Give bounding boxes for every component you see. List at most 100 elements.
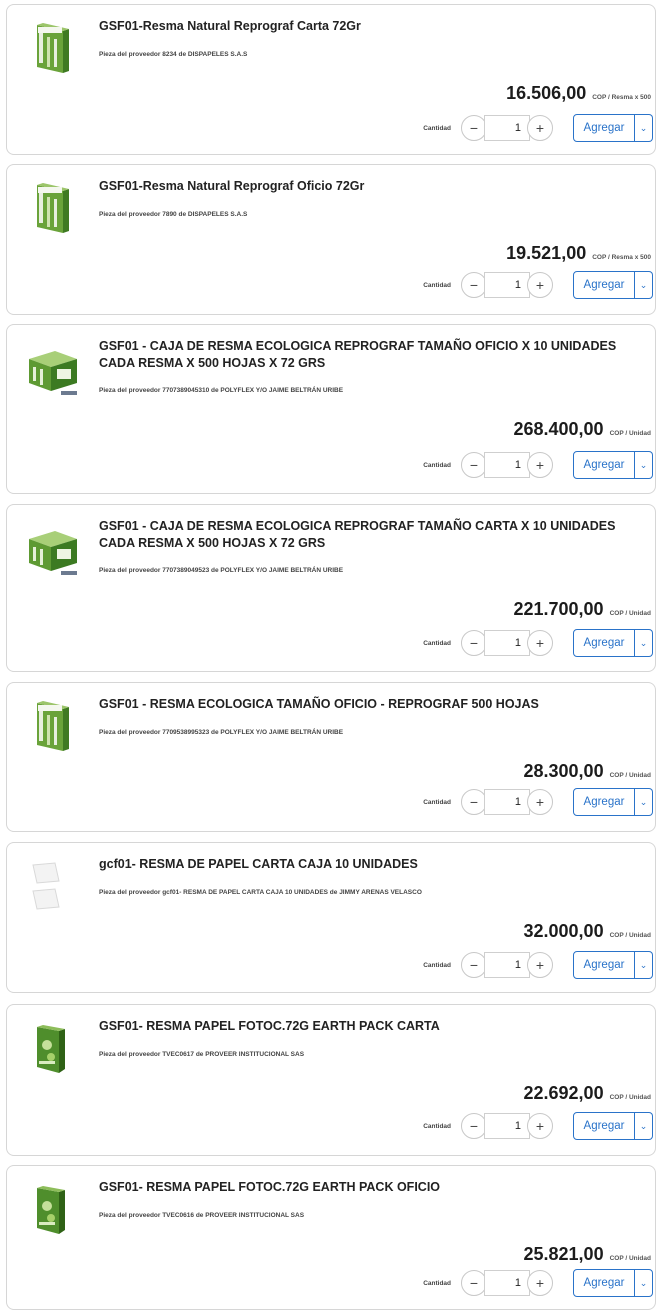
product-price: 25.821,00: [523, 1244, 604, 1264]
quantity-label: Cantidad: [423, 798, 451, 806]
quantity-input[interactable]: 1: [484, 272, 530, 298]
supplier-info: Pieza del proveedor gcf01- RESMA DE PAPE…: [99, 889, 422, 896]
product-title[interactable]: gcf01- RESMA DE PAPEL CARTA CAJA 10 UNID…: [99, 856, 647, 873]
product-price: 32.000,00: [523, 921, 604, 941]
quantity-label: Cantidad: [423, 1279, 451, 1287]
product-price: 221.700,00: [513, 599, 604, 619]
product-title[interactable]: GSF01- RESMA PAPEL FOTOC.72G EARTH PACK …: [99, 1179, 647, 1196]
increase-button[interactable]: +: [527, 452, 553, 478]
chevron-down-icon[interactable]: ⌄: [635, 114, 653, 142]
product-price: 28.300,00: [523, 761, 604, 781]
product-title[interactable]: GSF01 - RESMA ECOLOGICA TAMAÑO OFICIO - …: [99, 696, 647, 713]
increase-button[interactable]: +: [527, 1113, 553, 1139]
product-price: 16.506,00: [506, 83, 587, 103]
quantity-input[interactable]: 1: [484, 1270, 530, 1296]
chevron-down-icon[interactable]: ⌄: [635, 1269, 653, 1297]
paper-box-icon[interactable]: [25, 341, 77, 397]
quantity-row: Cantidad − 1 + Agregar ⌄: [423, 1112, 653, 1140]
price-unit: COP / Unidad: [609, 430, 651, 437]
quantity-input[interactable]: 1: [484, 1113, 530, 1139]
product-title[interactable]: GSF01-Resma Natural Reprograf Oficio 72G…: [99, 178, 647, 195]
white-paper-icon[interactable]: [25, 859, 75, 915]
product-title[interactable]: GSF01 - CAJA DE RESMA ECOLOGICA REPROGRA…: [99, 338, 647, 372]
quantity-label: Cantidad: [423, 124, 451, 132]
add-button-group: Agregar ⌄: [573, 451, 653, 479]
add-button-group: Agregar ⌄: [573, 1269, 653, 1297]
quantity-input[interactable]: 1: [484, 452, 530, 478]
product-card: GSF01-Resma Natural Reprograf Carta 72Gr…: [6, 4, 656, 155]
add-to-cart-button[interactable]: Agregar: [573, 451, 635, 479]
product-title[interactable]: GSF01 - CAJA DE RESMA ECOLOGICA REPROGRA…: [99, 518, 647, 552]
increase-button[interactable]: +: [527, 1270, 553, 1296]
increase-button[interactable]: +: [527, 789, 553, 815]
add-button-group: Agregar ⌄: [573, 114, 653, 142]
add-to-cart-button[interactable]: Agregar: [573, 951, 635, 979]
quantity-label: Cantidad: [423, 1122, 451, 1130]
quantity-label: Cantidad: [423, 461, 451, 469]
product-card: gcf01- RESMA DE PAPEL CARTA CAJA 10 UNID…: [6, 842, 656, 993]
price-unit: COP / Resma x 500: [592, 254, 651, 261]
supplier-info: Pieza del proveedor 7707389045310 de POL…: [99, 387, 344, 394]
add-to-cart-button[interactable]: Agregar: [573, 114, 635, 142]
price-row: 32.000,00 COP / Unidad: [524, 921, 652, 942]
product-title[interactable]: GSF01- RESMA PAPEL FOTOC.72G EARTH PACK …: [99, 1018, 647, 1035]
price-unit: COP / Unidad: [609, 610, 651, 617]
increase-button[interactable]: +: [527, 630, 553, 656]
chevron-down-icon[interactable]: ⌄: [635, 788, 653, 816]
add-to-cart-button[interactable]: Agregar: [573, 271, 635, 299]
product-card: GSF01 - RESMA ECOLOGICA TAMAÑO OFICIO - …: [6, 682, 656, 832]
quantity-input[interactable]: 1: [484, 789, 530, 815]
product-card: GSF01- RESMA PAPEL FOTOC.72G EARTH PACK …: [6, 1165, 656, 1310]
price-row: 268.400,00 COP / Unidad: [513, 419, 651, 440]
chevron-down-icon[interactable]: ⌄: [635, 271, 653, 299]
quantity-input[interactable]: 1: [484, 952, 530, 978]
chevron-down-icon[interactable]: ⌄: [635, 951, 653, 979]
product-price: 268.400,00: [513, 419, 604, 439]
product-price: 22.692,00: [523, 1083, 604, 1103]
increase-button[interactable]: +: [527, 952, 553, 978]
increase-button[interactable]: +: [527, 115, 553, 141]
chevron-down-icon[interactable]: ⌄: [635, 1112, 653, 1140]
quantity-row: Cantidad − 1 + Agregar ⌄: [423, 788, 653, 816]
quantity-row: Cantidad − 1 + Agregar ⌄: [423, 629, 653, 657]
chevron-down-icon[interactable]: ⌄: [635, 451, 653, 479]
supplier-info: Pieza del proveedor 8234 de DISPAPELES S…: [99, 51, 248, 58]
price-unit: COP / Unidad: [609, 1255, 651, 1262]
quantity-row: Cantidad − 1 + Agregar ⌄: [423, 271, 653, 299]
price-row: 19.521,00 COP / Resma x 500: [506, 243, 651, 264]
quantity-label: Cantidad: [423, 639, 451, 647]
increase-button[interactable]: +: [527, 272, 553, 298]
quantity-stepper: − 1 +: [461, 1113, 553, 1139]
chevron-down-icon[interactable]: ⌄: [635, 629, 653, 657]
product-card: GSF01 - CAJA DE RESMA ECOLOGICA REPROGRA…: [6, 324, 656, 494]
price-unit: COP / Unidad: [609, 772, 651, 779]
quantity-label: Cantidad: [423, 961, 451, 969]
quantity-input[interactable]: 1: [484, 115, 530, 141]
ream-green-icon[interactable]: [25, 181, 75, 237]
quantity-stepper: − 1 +: [461, 115, 553, 141]
price-unit: COP / Unidad: [609, 932, 651, 939]
quantity-row: Cantidad − 1 + Agregar ⌄: [423, 114, 653, 142]
ream-green-icon[interactable]: [25, 699, 75, 755]
add-to-cart-button[interactable]: Agregar: [573, 1269, 635, 1297]
earth-pack-icon[interactable]: [25, 1021, 75, 1077]
quantity-row: Cantidad − 1 + Agregar ⌄: [423, 1269, 653, 1297]
quantity-stepper: − 1 +: [461, 789, 553, 815]
quantity-stepper: − 1 +: [461, 452, 553, 478]
ream-green-icon[interactable]: [25, 21, 75, 77]
quantity-input[interactable]: 1: [484, 630, 530, 656]
price-unit: COP / Resma x 500: [592, 94, 651, 101]
product-title[interactable]: GSF01-Resma Natural Reprograf Carta 72Gr: [99, 18, 647, 35]
paper-box-icon[interactable]: [25, 521, 77, 577]
add-to-cart-button[interactable]: Agregar: [573, 1112, 635, 1140]
product-card: GSF01- RESMA PAPEL FOTOC.72G EARTH PACK …: [6, 1004, 656, 1156]
earth-pack-icon[interactable]: [25, 1182, 75, 1238]
product-card: GSF01 - CAJA DE RESMA ECOLOGICA REPROGRA…: [6, 504, 656, 672]
add-to-cart-button[interactable]: Agregar: [573, 629, 635, 657]
price-row: 22.692,00 COP / Unidad: [524, 1083, 652, 1104]
quantity-stepper: − 1 +: [461, 272, 553, 298]
quantity-row: Cantidad − 1 + Agregar ⌄: [423, 951, 653, 979]
add-button-group: Agregar ⌄: [573, 629, 653, 657]
price-row: 25.821,00 COP / Unidad: [524, 1244, 652, 1265]
add-to-cart-button[interactable]: Agregar: [573, 788, 635, 816]
